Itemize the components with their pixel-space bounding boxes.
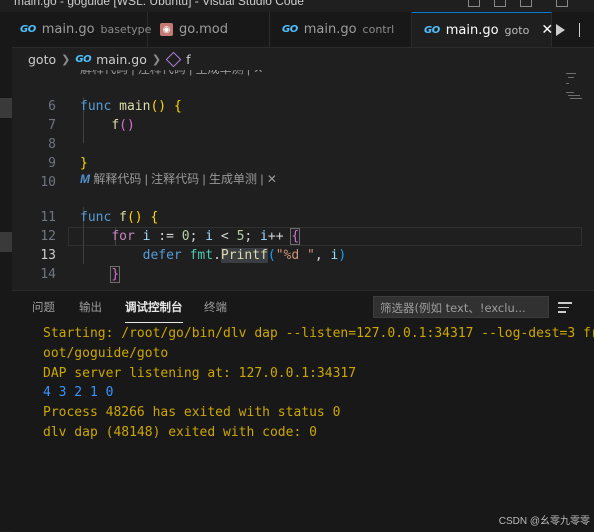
- minimize-icon[interactable]: [556, 0, 568, 7]
- codelens-test[interactable]: 生成单测: [209, 172, 257, 186]
- watermark: CSDN @幺零九零零: [498, 516, 590, 527]
- tab-description: basetype: [100, 23, 152, 36]
- codelens-separator: |: [144, 172, 148, 186]
- editor-actions: [548, 12, 594, 47]
- bottom-panel: 问题 输出 调试控制台 终端 筛选器(例如 text、!exclu... Sta…: [12, 290, 594, 532]
- code-line: 15}: [12, 265, 582, 284]
- codelens-comment[interactable]: 注释代码: [151, 172, 199, 186]
- console-line: oot/goguide/goto: [43, 345, 169, 361]
- code-line: 8: [12, 116, 582, 152]
- window-title: main.go - goguide [WSL: Ubuntu] - Visual…: [14, 0, 304, 8]
- console-line: dlv dap (48148) exited with code: 0: [43, 424, 317, 440]
- codelens-close-icon[interactable]: ✕: [267, 172, 277, 186]
- tab-output[interactable]: 输出: [79, 299, 102, 315]
- tab-terminal[interactable]: 终端: [204, 299, 227, 315]
- go-icon: GO: [424, 24, 440, 36]
- line-number: 15: [12, 284, 56, 285]
- code-line: 9}: [12, 135, 582, 171]
- tab-description: goto: [504, 23, 530, 37]
- editor-tabs: GO main.go basetype ◉ go.mod GO main.go …: [12, 12, 594, 48]
- split-editor-icon[interactable]: [579, 22, 586, 37]
- symbol-method-icon: [165, 51, 182, 67]
- codelens-explain[interactable]: 解释代码: [93, 172, 141, 186]
- minimap[interactable]: [564, 70, 582, 110]
- activity-item[interactable]: [0, 98, 12, 118]
- filter-icon[interactable]: [558, 302, 572, 316]
- layout-icon[interactable]: [520, 0, 532, 7]
- debug-console-output: Starting: /root/go/bin/dlv dap --listen=…: [43, 324, 594, 443]
- tab-description: contrl: [362, 23, 395, 36]
- run-icon[interactable]: [556, 23, 565, 36]
- breadcrumb-folder[interactable]: goto: [28, 52, 56, 67]
- chevron-right-icon: ❯: [61, 52, 71, 66]
- chevron-right-icon: ❯: [151, 52, 162, 66]
- breadcrumb: goto ❯ GO main.go ❯ f: [12, 48, 594, 70]
- code-editor[interactable]: 解释代码 | 注释代码 | 生成单测 | ✕ 6func main() { 7 …: [12, 70, 582, 285]
- code-line: 14 }: [12, 246, 582, 283]
- tab-main-go-contrl[interactable]: GO main.go contrl: [270, 12, 412, 47]
- tab-label: main.go: [41, 22, 95, 37]
- code-line: 12 for i := 0; i < 5; i++ {: [12, 208, 582, 245]
- tab-main-go-basetype[interactable]: GO main.go basetype: [12, 12, 151, 47]
- breadcrumb-symbol[interactable]: f: [186, 52, 190, 67]
- tab-go-mod[interactable]: ◉ go.mod: [148, 12, 270, 47]
- tab-problems[interactable]: 问题: [32, 299, 55, 315]
- codelens-logo-icon: M: [80, 172, 90, 186]
- activity-item[interactable]: [0, 232, 12, 252]
- codelens-separator: |: [260, 172, 264, 186]
- gomod-icon: ◉: [160, 23, 173, 36]
- layout-icon[interactable]: [468, 0, 480, 7]
- codelens-separator: |: [202, 172, 206, 186]
- layout-icon[interactable]: [494, 0, 506, 7]
- tab-debug-console[interactable]: 调试控制台: [125, 299, 183, 323]
- tab-label: main.go: [445, 22, 499, 38]
- code-line: 6 func main() {: [12, 78, 582, 114]
- tab-label: go.mod: [179, 22, 228, 37]
- panel-tabs: 问题 输出 调试控制台 终端 筛选器(例如 text、!exclu...: [12, 291, 594, 324]
- breadcrumb-file[interactable]: main.go: [96, 52, 147, 67]
- console-filter-input[interactable]: 筛选器(例如 text、!exclu...: [373, 296, 549, 318]
- console-line: Process 48266 has exited with status 0: [43, 405, 341, 421]
- go-icon: GO: [75, 53, 92, 65]
- tab-main-go-goto[interactable]: GO main.go goto ✕: [412, 12, 553, 47]
- console-line: Starting: /root/go/bin/dlv dap --listen=…: [43, 326, 594, 341]
- console-line: DAP server listening at: 127.0.0.1:34317: [43, 365, 357, 381]
- code-line: 11 func f() {: [12, 189, 582, 225]
- code-line: 7 f(): [12, 97, 582, 133]
- go-icon: GO: [282, 24, 298, 35]
- console-line-program-output: 4 3 2 1 0: [43, 385, 114, 401]
- tab-label: main.go: [303, 22, 357, 37]
- editor-scrollbar[interactable]: [582, 70, 594, 285]
- title-bar: main.go - goguide [WSL: Ubuntu] - Visual…: [0, 0, 594, 12]
- go-icon: GO: [20, 24, 36, 35]
- codelens: M 解释代码 | 注释代码 | 生成单测 | ✕: [80, 170, 277, 189]
- code-line: 13 defer fmt.Printf("%d ", i): [12, 227, 582, 263]
- activity-bar: [0, 12, 12, 531]
